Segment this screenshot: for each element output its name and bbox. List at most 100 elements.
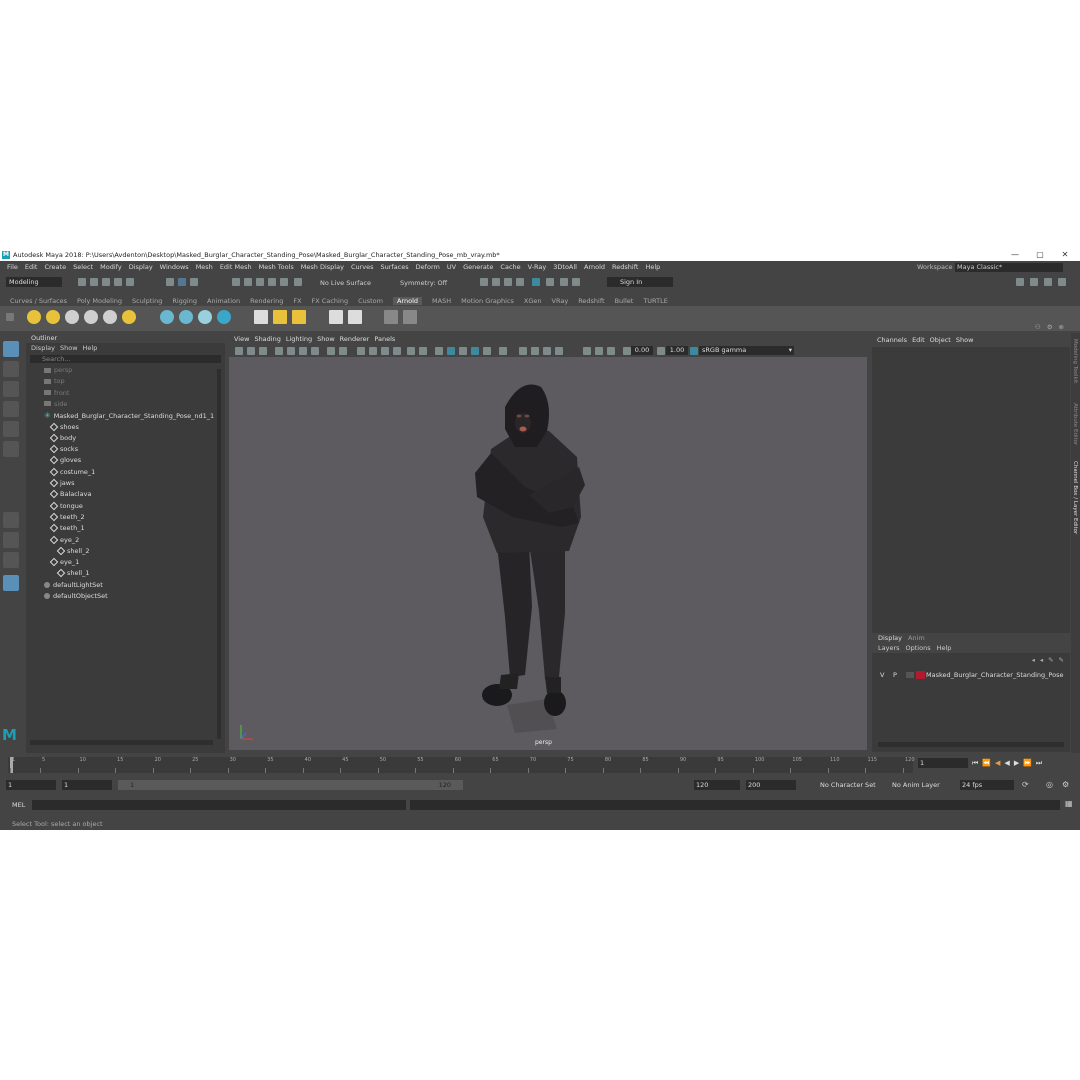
range-bar[interactable]: 1 120: [118, 780, 463, 790]
sign-in-dropdown[interactable]: Sign In: [607, 277, 673, 287]
outliner-item[interactable]: front: [44, 388, 69, 399]
symmetry-label[interactable]: Symmetry: Off: [400, 279, 447, 287]
render-view-icon[interactable]: [532, 278, 540, 286]
outliner-item[interactable]: shell_2: [56, 546, 90, 557]
motion-blur-icon[interactable]: [499, 347, 507, 355]
arnold-flush-cache-icon[interactable]: [217, 310, 231, 324]
menu-arnold[interactable]: Arnold: [584, 263, 605, 271]
outliner-item[interactable]: defaultObjectSet: [44, 591, 108, 602]
tool-settings-icon[interactable]: [1044, 278, 1052, 286]
arnold-area-light-icon[interactable]: [46, 310, 60, 324]
menu-deform[interactable]: Deform: [416, 263, 440, 271]
shelf-tab-animation[interactable]: Animation: [207, 297, 240, 305]
arnold-curve-collector-icon[interactable]: [198, 310, 212, 324]
anim-layer-field[interactable]: No Anim Layer: [890, 780, 942, 790]
grease-pencil-icon[interactable]: [299, 347, 307, 355]
loop-icon[interactable]: ⟳: [1022, 780, 1029, 789]
layer-tab-display[interactable]: Display: [878, 634, 902, 642]
arnold-texture-manager-icon[interactable]: [254, 310, 268, 324]
outliner-item[interactable]: teeth_2: [49, 512, 85, 523]
use-all-lights-icon[interactable]: [407, 347, 415, 355]
channel-icon[interactable]: ⚇: [1035, 323, 1041, 331]
menu-mesh-tools[interactable]: Mesh Tools: [259, 263, 294, 271]
menu-v-ray[interactable]: V-Ray: [528, 263, 547, 271]
shelf-tab-redshift[interactable]: Redshift: [578, 297, 604, 305]
outliner-item[interactable]: teeth_1: [49, 523, 85, 534]
script-editor-icon[interactable]: ▦: [1065, 799, 1073, 808]
layer-color-swatch[interactable]: [916, 671, 925, 679]
lasso-tool-icon[interactable]: [3, 361, 19, 377]
single-perspective-layout-icon[interactable]: [3, 512, 19, 528]
camera-attributes-icon[interactable]: [247, 347, 255, 355]
redo-icon[interactable]: [126, 278, 134, 286]
menu-surfaces[interactable]: Surfaces: [381, 263, 409, 271]
close-panel-icon[interactable]: ⊗: [1059, 323, 1064, 331]
move-layer-down-icon[interactable]: ◂: [1040, 656, 1043, 664]
outliner-item[interactable]: persp: [44, 365, 72, 376]
shelf-tab-turtle[interactable]: TURTLE: [643, 297, 667, 305]
snap-point-icon[interactable]: [256, 278, 264, 286]
shelf-tab-fx-caching[interactable]: FX Caching: [312, 297, 349, 305]
lock-camera-icon[interactable]: [595, 347, 603, 355]
outliner-item[interactable]: side: [44, 399, 67, 410]
viewport-menu-panels[interactable]: Panels: [374, 335, 395, 343]
arnold-photometric-light-icon[interactable]: [84, 310, 98, 324]
outliner-item[interactable]: defaultLightSet: [44, 580, 103, 591]
channel-menu-object[interactable]: Object: [930, 336, 951, 344]
shelf-tab-poly-modeling[interactable]: Poly Modeling: [77, 297, 122, 305]
outliner-item[interactable]: eye_2: [49, 535, 79, 546]
screen-space-reflection-icon[interactable]: [519, 347, 527, 355]
save-scene-icon[interactable]: [102, 278, 110, 286]
anti-aliasing-icon[interactable]: [471, 347, 479, 355]
select-component-icon[interactable]: [190, 278, 198, 286]
ipr-render-icon[interactable]: [492, 278, 500, 286]
snap-view-icon[interactable]: [268, 278, 276, 286]
time-slider-track[interactable]: 1 5 10 15 20 25 30 35 40 45 50 55 60 65 70 75 80 85 90 95 10…: [8, 757, 915, 773]
shelf-tab-bullet[interactable]: Bullet: [615, 297, 634, 305]
playback-end-field[interactable]: 120: [694, 780, 740, 790]
outliner-item[interactable]: gloves: [49, 455, 81, 466]
outliner-menu-show[interactable]: Show: [60, 344, 78, 352]
menu-windows[interactable]: Windows: [160, 263, 189, 271]
view-transform-dropdown[interactable]: sRGB gamma ▾: [699, 346, 794, 355]
menu-generate[interactable]: Generate: [463, 263, 493, 271]
outliner-layout-icon[interactable]: [3, 575, 19, 591]
viewport-menu-lighting[interactable]: Lighting: [286, 335, 312, 343]
resolution-gate-icon[interactable]: [339, 347, 347, 355]
layer-menu-options[interactable]: Options: [906, 644, 931, 652]
move-layer-up-icon[interactable]: ◂: [1032, 656, 1035, 664]
render-settings-icon[interactable]: [504, 278, 512, 286]
channel-menu-edit[interactable]: Edit: [912, 336, 925, 344]
shelf-tab-custom[interactable]: Custom: [358, 297, 383, 305]
layer-row[interactable]: V P Masked_Burglar_Character_Standing_Po…: [876, 670, 1066, 680]
outliner-search-input[interactable]: Search...: [30, 355, 221, 363]
playback-start-field[interactable]: 1: [62, 780, 112, 790]
undo-icon[interactable]: [114, 278, 122, 286]
menu-display[interactable]: Display: [129, 263, 153, 271]
smooth-shade-icon[interactable]: [369, 347, 377, 355]
play-forwards-icon[interactable]: ▶: [1014, 759, 1019, 771]
preferences-icon[interactable]: ⚙: [1062, 780, 1069, 789]
animation-end-field[interactable]: 200: [746, 780, 796, 790]
menu-mesh[interactable]: Mesh: [196, 263, 213, 271]
shelf-tab-arnold[interactable]: Arnold: [392, 297, 423, 305]
outliner-item[interactable]: eye_1: [49, 557, 79, 568]
live-surface-label[interactable]: No Live Surface: [320, 279, 371, 287]
modeling-toolkit-icon[interactable]: [1016, 278, 1024, 286]
go-to-end-icon[interactable]: ⏭: [1036, 759, 1042, 771]
shelf-tab-vray[interactable]: VRay: [552, 297, 569, 305]
outliner-item[interactable]: shell_1: [56, 568, 90, 579]
image-plane-icon[interactable]: [275, 347, 283, 355]
settings-icon[interactable]: ⚙: [1047, 323, 1053, 331]
shelf-tab-xgen[interactable]: XGen: [524, 297, 542, 305]
outliner-item[interactable]: top: [44, 376, 65, 387]
step-back-frame-icon[interactable]: ◀: [995, 759, 1000, 771]
vray-icon[interactable]: [546, 278, 554, 286]
viewport-menu-show[interactable]: Show: [317, 335, 335, 343]
select-hierarchy-icon[interactable]: [166, 278, 174, 286]
viewport-menu-renderer[interactable]: Renderer: [340, 335, 370, 343]
open-scene-icon[interactable]: [90, 278, 98, 286]
outliner-item[interactable]: body: [49, 433, 76, 444]
menu-uv[interactable]: UV: [447, 263, 456, 271]
new-scene-icon[interactable]: [78, 278, 86, 286]
